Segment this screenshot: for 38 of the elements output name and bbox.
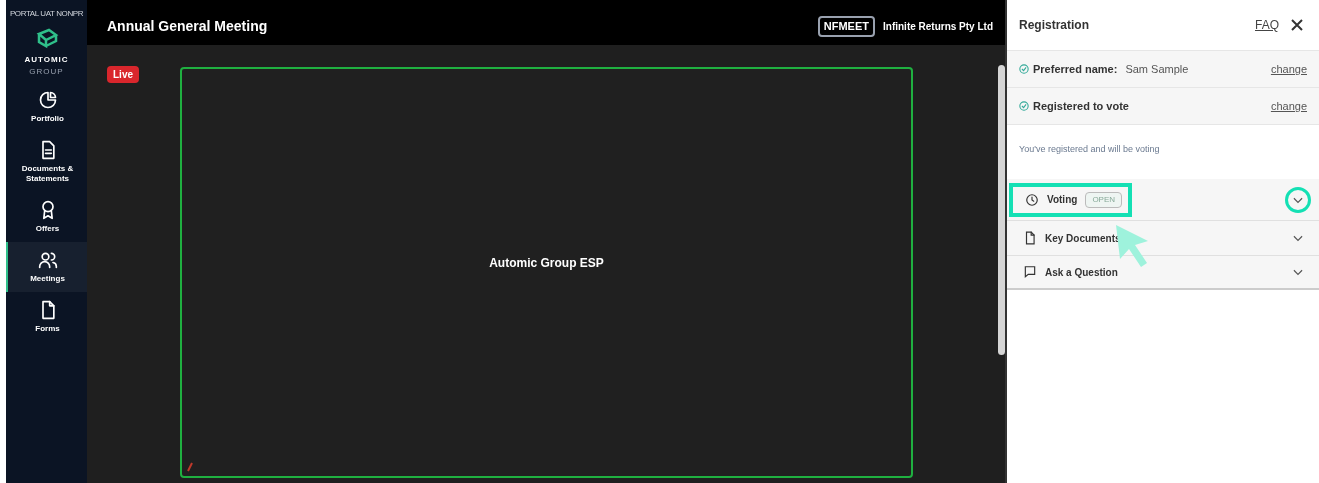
registration-label: Preferred name: <box>1033 61 1118 77</box>
panel-title: Registration <box>1019 17 1089 34</box>
meeting-code-badge: NFMEET <box>817 16 875 37</box>
people-icon <box>37 250 58 270</box>
logo-text: AUTOMIC <box>24 54 69 66</box>
accordion-header[interactable]: Key Documents <box>1007 220 1319 255</box>
close-icon[interactable] <box>1291 19 1303 31</box>
live-badge: Live <box>107 66 139 83</box>
muted-mic-icon <box>186 462 194 472</box>
comment-icon <box>1023 265 1037 279</box>
logo-subtext: GROUP <box>29 66 64 78</box>
check-circle-icon <box>1019 64 1029 74</box>
registration-note: You've registered and will be voting <box>1019 144 1160 154</box>
nav-item[interactable]: Forms <box>6 292 87 342</box>
nav-item[interactable]: Meetings <box>6 242 87 292</box>
accordion-header[interactable]: Ask a Question <box>1007 255 1319 290</box>
environment-label: PORTAL UAT NONPR <box>9 8 84 20</box>
document-icon <box>1023 231 1037 245</box>
logo-icon <box>34 28 59 50</box>
section-title: Voting <box>1047 193 1078 207</box>
nav-item[interactable]: Offers <box>6 192 87 242</box>
change-link[interactable]: change <box>1270 60 1307 78</box>
nav-item[interactable]: Portfolio <box>6 82 87 132</box>
meeting-title: Annual General Meeting <box>107 17 268 36</box>
section-title: Key Documents <box>1045 231 1121 246</box>
nav-item[interactable]: Documents & Statements <box>6 132 87 192</box>
faq-link[interactable]: FAQ <box>1255 16 1279 34</box>
change-link[interactable]: change <box>1270 97 1307 115</box>
presenter-name: Automic Group ESP <box>489 254 604 272</box>
section-title: Ask a Question <box>1045 265 1118 280</box>
registration-label: Registered to vote <box>1033 98 1129 114</box>
chevron-down-icon[interactable] <box>1285 186 1311 213</box>
company-name: Infinite Returns Pty Ltd <box>883 20 993 34</box>
status-badge: OPEN <box>1085 191 1123 208</box>
pie-chart-icon <box>37 90 58 110</box>
registration-value: Sam Sample <box>1125 61 1189 77</box>
check-circle-icon <box>1019 101 1029 111</box>
clock-icon <box>1025 192 1039 207</box>
